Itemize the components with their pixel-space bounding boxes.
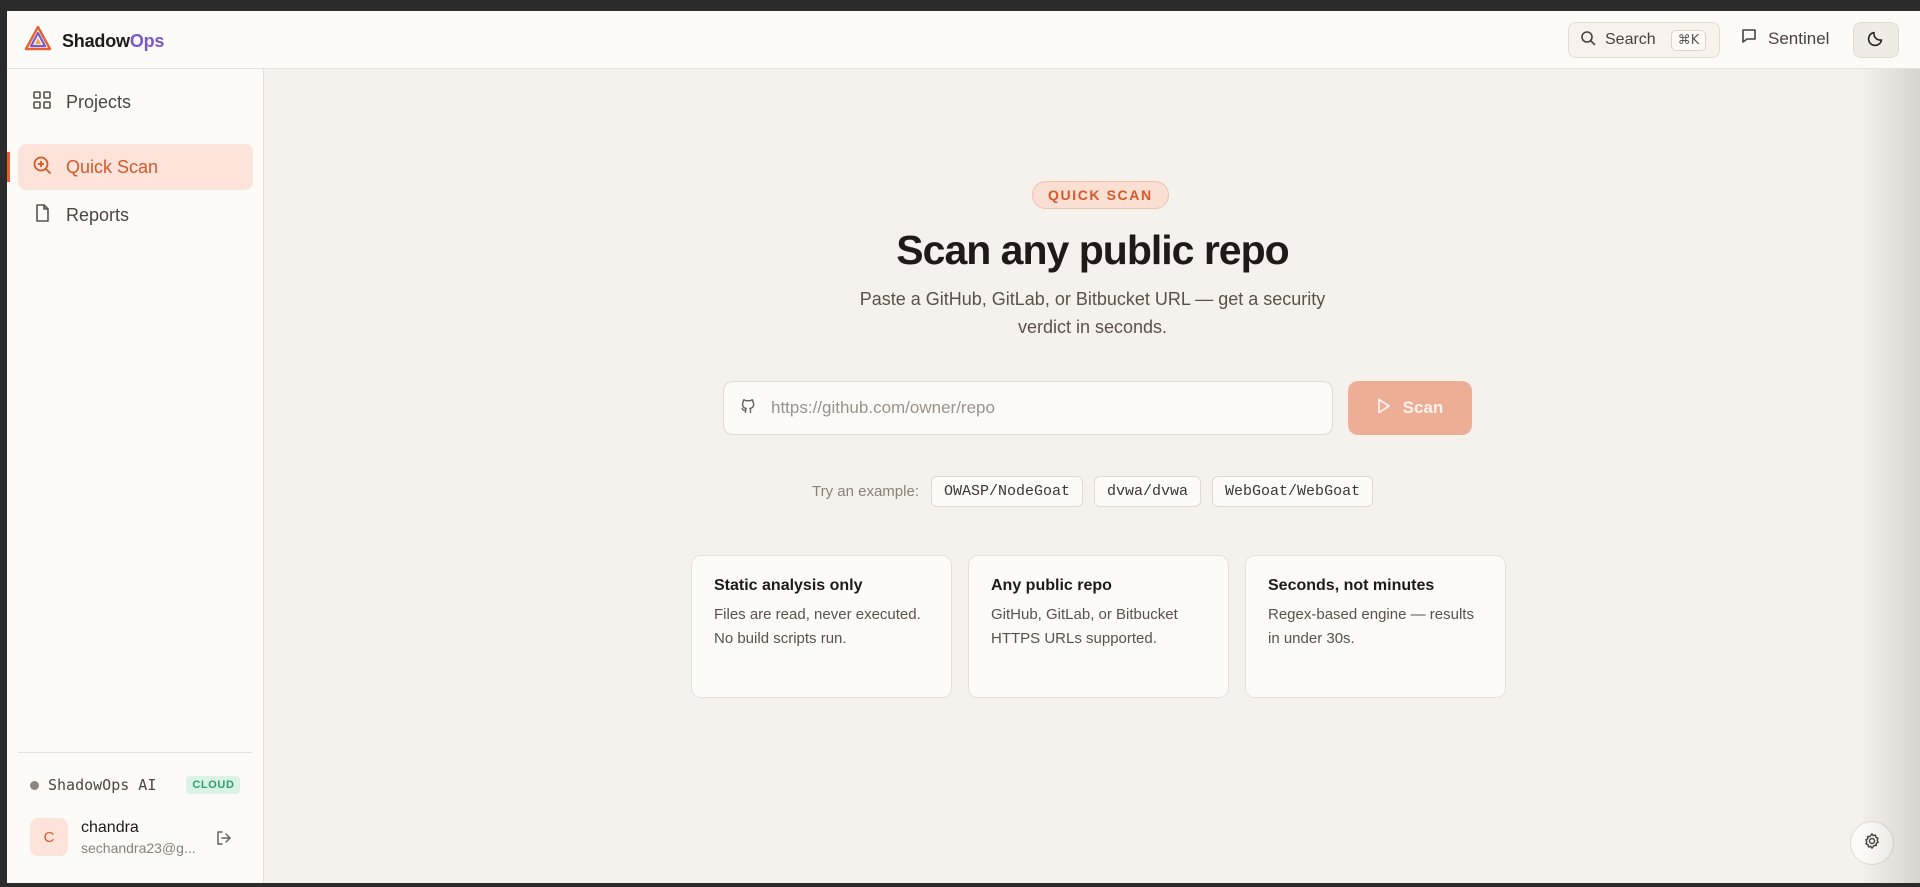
sidebar-item-quick-scan[interactable]: Quick Scan bbox=[18, 144, 253, 190]
sentinel-label: Sentinel bbox=[1768, 28, 1830, 48]
shadowops-logo-icon bbox=[24, 25, 52, 58]
sidebar-item-reports[interactable]: Reports bbox=[18, 192, 253, 238]
grid-icon bbox=[32, 90, 52, 115]
example-chip-dvwa[interactable]: dvwa/dvwa bbox=[1094, 476, 1202, 507]
logout-button[interactable] bbox=[215, 829, 233, 852]
sentinel-button[interactable]: Sentinel bbox=[1740, 27, 1829, 50]
global-search-button[interactable]: Search ⌘K bbox=[1568, 22, 1720, 58]
user-name: chandra bbox=[81, 818, 139, 836]
user-profile[interactable]: C chandra sechandra23@g... bbox=[30, 818, 196, 856]
repo-url-input[interactable] bbox=[771, 398, 1291, 418]
search-shortcut: ⌘K bbox=[1670, 29, 1707, 51]
chat-icon bbox=[1740, 27, 1758, 50]
sidebar-item-label: Quick Scan bbox=[66, 156, 159, 177]
page-subtitle: Paste a GitHub, GitLab, or Bitbucket URL… bbox=[859, 289, 1326, 337]
github-icon bbox=[739, 397, 757, 420]
user-email: sechandra23@g... bbox=[81, 839, 196, 856]
theme-toggle-button[interactable] bbox=[1853, 22, 1899, 58]
examples-label: Try an example: bbox=[812, 483, 919, 500]
avatar: C bbox=[30, 818, 68, 856]
active-nav-indicator bbox=[7, 152, 10, 182]
sidebar-item-projects[interactable]: Projects bbox=[18, 79, 253, 125]
file-icon bbox=[32, 203, 52, 228]
example-repos: Try an example: OWASP/NodeGoat dvwa/dvwa… bbox=[812, 476, 1374, 507]
brand-name: ShadowOps bbox=[62, 31, 164, 52]
main-content: QUICK SCAN Scan any public repo Paste a … bbox=[265, 69, 1920, 883]
card-title: Static analysis only bbox=[714, 577, 863, 594]
play-icon bbox=[1377, 398, 1391, 419]
search-icon bbox=[1580, 30, 1596, 51]
example-chip-webgoat[interactable]: WebGoat/WebGoat bbox=[1212, 476, 1374, 507]
moon-icon bbox=[1867, 29, 1885, 52]
brand-name-accent: Ops bbox=[129, 31, 165, 51]
brand[interactable]: ShadowOps bbox=[24, 25, 164, 58]
logout-icon bbox=[215, 831, 233, 851]
feature-card-any-public-repo: Any public repo GitHub, GitLab, or Bitbu… bbox=[968, 555, 1229, 698]
card-title: Any public repo bbox=[991, 577, 1112, 594]
status-dot-icon bbox=[30, 780, 39, 790]
card-title: Seconds, not minutes bbox=[1268, 577, 1435, 594]
search-label: Search bbox=[1605, 31, 1656, 48]
card-body: Files are read, never executed. No build… bbox=[714, 606, 921, 647]
status-badge: CLOUD bbox=[186, 776, 241, 794]
feature-card-static-analysis: Static analysis only Files are read, nev… bbox=[691, 555, 952, 698]
section-pill: QUICK SCAN bbox=[1032, 181, 1169, 209]
gear-icon bbox=[1863, 832, 1881, 855]
repo-url-field[interactable] bbox=[723, 381, 1333, 435]
example-chip-nodegoat[interactable]: OWASP/NodeGoat bbox=[931, 476, 1084, 507]
sidebar-divider bbox=[18, 752, 252, 753]
feature-card-seconds: Seconds, not minutes Regex-based engine … bbox=[1245, 555, 1506, 698]
card-body: GitHub, GitLab, or Bitbucket HTTPS URLs … bbox=[991, 606, 1178, 647]
scan-button-label: Scan bbox=[1402, 398, 1444, 417]
brand-name-main: Shadow bbox=[62, 31, 130, 51]
search-plus-icon bbox=[32, 155, 52, 180]
ai-status: ShadowOps AI CLOUD bbox=[30, 776, 241, 794]
scan-button[interactable]: Scan bbox=[1348, 381, 1472, 435]
app-window: ShadowOps Search ⌘K Sentinel Projects Qu… bbox=[7, 11, 1920, 883]
top-bar: ShadowOps Search ⌘K Sentinel bbox=[7, 11, 1920, 69]
ai-status-label: ShadowOps AI bbox=[48, 776, 157, 794]
sidebar: Projects Quick Scan Reports ShadowOps AI… bbox=[7, 69, 264, 883]
settings-button[interactable] bbox=[1850, 821, 1894, 865]
page-title: Scan any public repo bbox=[896, 227, 1289, 273]
card-body: Regex-based engine — results in under 30… bbox=[1268, 606, 1474, 647]
sidebar-item-label: Projects bbox=[66, 91, 132, 112]
sidebar-item-label: Reports bbox=[66, 204, 130, 225]
